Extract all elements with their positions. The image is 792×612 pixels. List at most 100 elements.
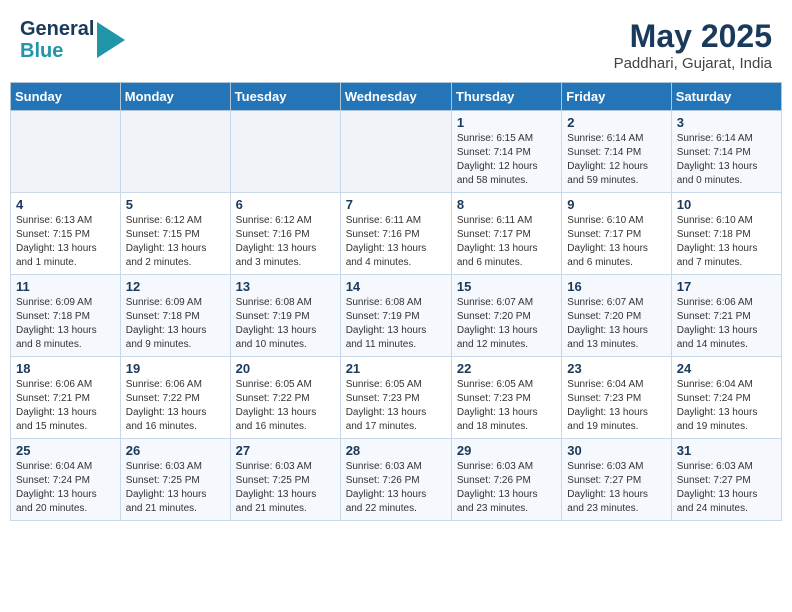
calendar-week-row: 1Sunrise: 6:15 AMSunset: 7:14 PMDaylight… bbox=[11, 111, 782, 193]
logo-line1: General bbox=[20, 18, 94, 40]
day-number: 19 bbox=[126, 361, 225, 376]
day-number: 26 bbox=[126, 443, 225, 458]
day-number: 29 bbox=[457, 443, 556, 458]
calendar-day-cell: 21Sunrise: 6:05 AMSunset: 7:23 PMDayligh… bbox=[340, 357, 451, 439]
day-info: Sunrise: 6:03 AMSunset: 7:26 PMDaylight:… bbox=[457, 460, 556, 516]
day-info: Sunrise: 6:04 AMSunset: 7:23 PMDaylight:… bbox=[567, 378, 665, 434]
calendar-day-cell: 23 Sunrise: 6:04 AMSunset: 7:23 PMDayligh… bbox=[562, 357, 671, 439]
day-info: Sunrise: 6:07 AMSunset: 7:20 PMDaylight:… bbox=[567, 296, 665, 352]
calendar-day-cell: 12 Sunrise: 6:09 AMSunset: 7:18 PMDayligh… bbox=[120, 275, 230, 357]
calendar-day-cell: 2 Sunrise: 6:14 AMSunset: 7:14 PMDaylight… bbox=[562, 111, 671, 193]
day-number: 22 bbox=[457, 361, 556, 376]
day-info: Sunrise: 6:14 AMSunset: 7:14 PMDaylight:… bbox=[567, 132, 665, 188]
calendar-day-cell: 15Sunrise: 6:07 AMSunset: 7:20 PMDayligh… bbox=[451, 275, 561, 357]
day-number: 27 bbox=[236, 443, 335, 458]
day-info: Sunrise: 6:03 AMSunset: 7:27 PMDaylight:… bbox=[677, 460, 776, 516]
calendar-day-cell: 14Sunrise: 6:08 AMSunset: 7:19 PMDayligh… bbox=[340, 275, 451, 357]
calendar-day-cell: 30 Sunrise: 6:03 AMSunset: 7:27 PMDayligh… bbox=[562, 439, 671, 521]
calendar-day-cell: 4Sunrise: 6:13 AMSunset: 7:15 PMDaylight… bbox=[11, 193, 121, 275]
day-info: Sunrise: 6:09 AMSunset: 7:18 PMDaylight:… bbox=[126, 296, 225, 352]
day-number: 2 bbox=[567, 115, 665, 130]
day-info: Sunrise: 6:04 AMSunset: 7:24 PMDaylight:… bbox=[677, 378, 776, 434]
calendar-day-cell: 6 Sunrise: 6:12 AMSunset: 7:16 PMDaylight… bbox=[230, 193, 340, 275]
day-number: 20 bbox=[236, 361, 335, 376]
day-info: Sunrise: 6:10 AMSunset: 7:17 PMDaylight:… bbox=[567, 214, 665, 270]
calendar-day-cell: 8 Sunrise: 6:11 AMSunset: 7:17 PMDaylight… bbox=[451, 193, 561, 275]
logo-arrow-icon bbox=[97, 22, 125, 58]
calendar-day-cell: 25Sunrise: 6:04 AMSunset: 7:24 PMDayligh… bbox=[11, 439, 121, 521]
day-number: 24 bbox=[677, 361, 776, 376]
calendar-week-row: 11 Sunrise: 6:09 AMSunset: 7:18 PMDayligh… bbox=[11, 275, 782, 357]
day-info: Sunrise: 6:05 AMSunset: 7:23 PMDaylight:… bbox=[457, 378, 556, 434]
day-info: Sunrise: 6:14 AMSunset: 7:14 PMDaylight:… bbox=[677, 132, 776, 188]
day-info: Sunrise: 6:12 AMSunset: 7:15 PMDaylight:… bbox=[126, 214, 225, 270]
day-number: 16 bbox=[567, 279, 665, 294]
weekday-header-friday: Friday bbox=[562, 83, 671, 111]
day-number: 30 bbox=[567, 443, 665, 458]
day-info: Sunrise: 6:05 AMSunset: 7:22 PMDaylight:… bbox=[236, 378, 335, 434]
day-info: Sunrise: 6:12 AMSunset: 7:16 PMDaylight:… bbox=[236, 214, 335, 270]
day-number: 1 bbox=[457, 115, 556, 130]
day-info: Sunrise: 6:06 AMSunset: 7:21 PMDaylight:… bbox=[16, 378, 115, 434]
day-number: 4 bbox=[16, 197, 115, 212]
day-info: Sunrise: 6:03 AMSunset: 7:25 PMDaylight:… bbox=[126, 460, 225, 516]
day-info: Sunrise: 6:11 AMSunset: 7:16 PMDaylight:… bbox=[346, 214, 446, 270]
day-number: 28 bbox=[346, 443, 446, 458]
calendar-day-cell: 28 Sunrise: 6:03 AMSunset: 7:26 PMDayligh… bbox=[340, 439, 451, 521]
day-number: 7 bbox=[346, 197, 446, 212]
day-info: Sunrise: 6:08 AMSunset: 7:19 PMDaylight:… bbox=[236, 296, 335, 352]
calendar-day-cell: 1Sunrise: 6:15 AMSunset: 7:14 PMDaylight… bbox=[451, 111, 561, 193]
calendar-day-cell: 9Sunrise: 6:10 AMSunset: 7:17 PMDaylight… bbox=[562, 193, 671, 275]
day-info: Sunrise: 6:03 AMSunset: 7:27 PMDaylight:… bbox=[567, 460, 665, 516]
calendar-week-row: 25Sunrise: 6:04 AMSunset: 7:24 PMDayligh… bbox=[11, 439, 782, 521]
day-info: Sunrise: 6:05 AMSunset: 7:23 PMDaylight:… bbox=[346, 378, 446, 434]
calendar-day-cell: 3 Sunrise: 6:14 AMSunset: 7:14 PMDaylight… bbox=[671, 111, 781, 193]
day-info: Sunrise: 6:11 AMSunset: 7:17 PMDaylight:… bbox=[457, 214, 556, 270]
calendar-day-cell: 16 Sunrise: 6:07 AMSunset: 7:20 PMDayligh… bbox=[562, 275, 671, 357]
weekday-header-thursday: Thursday bbox=[451, 83, 561, 111]
weekday-header-monday: Monday bbox=[120, 83, 230, 111]
calendar-day-cell: 13 Sunrise: 6:08 AMSunset: 7:19 PMDayligh… bbox=[230, 275, 340, 357]
day-info: Sunrise: 6:09 AMSunset: 7:18 PMDaylight:… bbox=[16, 296, 115, 352]
day-info: Sunrise: 6:08 AMSunset: 7:19 PMDaylight:… bbox=[346, 296, 446, 352]
calendar-day-cell: 22 Sunrise: 6:05 AMSunset: 7:23 PMDayligh… bbox=[451, 357, 561, 439]
day-number: 23 bbox=[567, 361, 665, 376]
calendar-day-cell: 18 Sunrise: 6:06 AMSunset: 7:21 PMDayligh… bbox=[11, 357, 121, 439]
calendar-day-cell bbox=[11, 111, 121, 193]
day-info: Sunrise: 6:04 AMSunset: 7:24 PMDaylight:… bbox=[16, 460, 115, 516]
calendar-day-cell: 31 Sunrise: 6:03 AMSunset: 7:27 PMDayligh… bbox=[671, 439, 781, 521]
calendar-day-cell bbox=[340, 111, 451, 193]
day-number: 5 bbox=[126, 197, 225, 212]
calendar-day-cell: 19 Sunrise: 6:06 AMSunset: 7:22 PMDayligh… bbox=[120, 357, 230, 439]
calendar-week-row: 18 Sunrise: 6:06 AMSunset: 7:21 PMDayligh… bbox=[11, 357, 782, 439]
location-subtitle: Paddhari, Gujarat, India bbox=[614, 55, 772, 72]
logo-line2: Blue bbox=[20, 40, 94, 62]
day-number: 17 bbox=[677, 279, 776, 294]
day-number: 3 bbox=[677, 115, 776, 130]
weekday-header-wednesday: Wednesday bbox=[340, 83, 451, 111]
month-year-title: May 2025 bbox=[614, 18, 772, 55]
day-number: 18 bbox=[16, 361, 115, 376]
calendar-day-cell: 11 Sunrise: 6:09 AMSunset: 7:18 PMDayligh… bbox=[11, 275, 121, 357]
calendar-day-cell: 26 Sunrise: 6:03 AMSunset: 7:25 PMDayligh… bbox=[120, 439, 230, 521]
calendar-day-cell: 27 Sunrise: 6:03 AMSunset: 7:25 PMDayligh… bbox=[230, 439, 340, 521]
day-info: Sunrise: 6:03 AMSunset: 7:25 PMDaylight:… bbox=[236, 460, 335, 516]
calendar-day-cell bbox=[120, 111, 230, 193]
weekday-header-sunday: Sunday bbox=[11, 83, 121, 111]
title-block: May 2025 Paddhari, Gujarat, India bbox=[614, 18, 772, 72]
day-info: Sunrise: 6:03 AMSunset: 7:26 PMDaylight:… bbox=[346, 460, 446, 516]
weekday-header-saturday: Saturday bbox=[671, 83, 781, 111]
calendar-day-cell: 24 Sunrise: 6:04 AMSunset: 7:24 PMDayligh… bbox=[671, 357, 781, 439]
calendar-week-row: 4Sunrise: 6:13 AMSunset: 7:15 PMDaylight… bbox=[11, 193, 782, 275]
day-number: 31 bbox=[677, 443, 776, 458]
day-number: 8 bbox=[457, 197, 556, 212]
day-info: Sunrise: 6:10 AMSunset: 7:18 PMDaylight:… bbox=[677, 214, 776, 270]
calendar-day-cell: 20 Sunrise: 6:05 AMSunset: 7:22 PMDayligh… bbox=[230, 357, 340, 439]
day-number: 13 bbox=[236, 279, 335, 294]
calendar-table: SundayMondayTuesdayWednesdayThursdayFrid… bbox=[10, 82, 782, 521]
calendar-day-cell: 29 Sunrise: 6:03 AMSunset: 7:26 PMDayligh… bbox=[451, 439, 561, 521]
day-number: 6 bbox=[236, 197, 335, 212]
day-number: 12 bbox=[126, 279, 225, 294]
day-info: Sunrise: 6:06 AMSunset: 7:22 PMDaylight:… bbox=[126, 378, 225, 434]
day-number: 11 bbox=[16, 279, 115, 294]
